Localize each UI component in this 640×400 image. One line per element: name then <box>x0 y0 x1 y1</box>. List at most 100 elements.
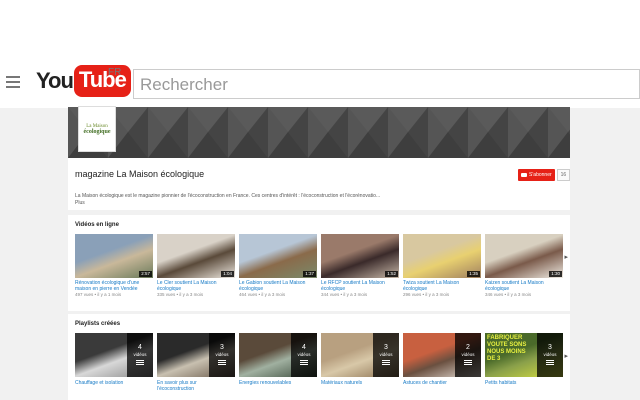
playlist-count: 4 <box>302 344 306 351</box>
video-card[interactable]: 1:37 Le Gabion soutient La Maison écologi… <box>239 234 317 298</box>
playlist-count: 2 <box>466 344 470 351</box>
video-card[interactable]: 2:57 Rénovation écologique d'une maison e… <box>75 234 153 298</box>
playlist-count-overlay: 2 vidéos <box>455 333 481 377</box>
playlist-card[interactable]: FABRIQUER VOUTE SONS NOUS MOINS DE 3 3 vid… <box>485 333 563 392</box>
playlist-title[interactable]: Energies renouvelables <box>239 380 317 392</box>
youtube-icon <box>521 173 527 177</box>
playlist-count-label: vidéos <box>379 352 393 357</box>
channel-banner <box>68 107 570 158</box>
logo-you-text: You <box>36 68 74 93</box>
playlist-row: 4 vidéos Chauffage et isolation 3 vidéos En s… <box>75 333 567 392</box>
video-duration: 2:57 <box>139 271 152 277</box>
playlist-thumbnail[interactable]: 4 vidéos <box>239 333 317 377</box>
video-meta: 296 vues • il y a 3 mois <box>403 292 450 297</box>
video-meta: 335 vues • il y a 3 mois <box>157 292 204 297</box>
playlist-count-label: vidéos <box>461 352 475 357</box>
video-duration: 1:37 <box>303 271 316 277</box>
banner-pattern <box>68 107 570 158</box>
playlist-card[interactable]: 4 vidéos Energies renouvelables <box>239 333 317 392</box>
more-link[interactable]: Plus <box>75 200 475 207</box>
video-duration: 1:04 <box>221 271 234 277</box>
video-title[interactable]: Twiza soutient La Maison écologique <box>403 280 481 292</box>
video-card[interactable]: 1:52 Le RFCP soutient La Maison écologiqu… <box>321 234 399 298</box>
playlist-count-overlay: 3 vidéos <box>537 333 563 377</box>
playlist-icon <box>382 360 390 366</box>
playlists-next-icon[interactable]: ▸ <box>564 352 568 360</box>
playlists-section-title[interactable]: Playlists créées <box>75 321 120 327</box>
playlist-card[interactable]: 2 vidéos Astuces de chantier <box>403 333 481 392</box>
video-meta: 346 vues • il y a 3 mois <box>485 292 532 297</box>
playlists-section: Playlists créées 4 vidéos Chauffage et iso… <box>68 314 570 400</box>
video-duration: 1:35 <box>467 271 480 277</box>
playlist-icon <box>464 360 472 366</box>
video-card[interactable]: 1:04 Le Cler soutient La Maison écologiqu… <box>157 234 235 298</box>
channel-header: magazine La Maison écologique S'abonner … <box>68 158 571 210</box>
video-title[interactable]: Rénovation écologique d'une maison en pi… <box>75 280 153 292</box>
playlist-title[interactable]: En savoir plus sur l'écoconstruction <box>157 380 235 392</box>
video-thumbnail[interactable]: 1:35 <box>403 234 481 278</box>
logo-tube-text: Tube <box>73 65 131 97</box>
playlist-thumbnail[interactable]: 2 vidéos <box>403 333 481 377</box>
playlist-title[interactable]: Astuces de chantier <box>403 380 481 392</box>
playlist-count: 4 <box>138 344 142 351</box>
playlist-icon <box>300 360 308 366</box>
playlist-title[interactable]: Petits habitats <box>485 380 563 392</box>
video-meta: 497 vues • il y a 1 mois <box>75 292 122 297</box>
menu-icon[interactable] <box>6 76 20 88</box>
playlist-count-overlay: 4 vidéos <box>291 333 317 377</box>
playlist-title[interactable]: Matériaux naturels <box>321 380 399 392</box>
videos-next-icon[interactable]: ▸ <box>564 253 568 261</box>
playlist-count-label: vidéos <box>543 352 557 357</box>
video-duration: 1:52 <box>385 271 398 277</box>
playlist-thumbnail-text: FABRIQUER VOUTE SONS NOUS MOINS DE 3 <box>487 335 527 362</box>
playlist-count: 3 <box>548 344 552 351</box>
playlist-count-overlay: 3 vidéos <box>209 333 235 377</box>
video-thumbnail[interactable]: 1:37 <box>239 234 317 278</box>
playlist-count-label: vidéos <box>133 352 147 357</box>
search-input[interactable]: Rechercher <box>133 69 640 99</box>
video-title[interactable]: Le Gabion soutient La Maison écologique <box>239 280 317 292</box>
channel-title: magazine La Maison écologique <box>75 169 205 179</box>
playlist-count-label: vidéos <box>297 352 311 357</box>
playlist-count: 3 <box>384 344 388 351</box>
description-text: La Maison écologique est le magazine pio… <box>75 193 381 199</box>
video-title[interactable]: Kaizen soutient La Maison écologique <box>485 280 563 292</box>
videos-section-title[interactable]: Vidéos en ligne <box>75 222 119 228</box>
video-thumbnail[interactable]: 1:30 <box>485 234 563 278</box>
playlist-count-overlay: 4 vidéos <box>127 333 153 377</box>
playlist-card[interactable]: 3 vidéos Matériaux naturels <box>321 333 399 392</box>
subscriber-count: 16 <box>556 169 571 181</box>
video-thumbnail[interactable]: 1:04 <box>157 234 235 278</box>
video-row: 2:57 Rénovation écologique d'une maison e… <box>75 234 567 298</box>
video-duration: 1:30 <box>549 271 562 277</box>
video-title[interactable]: Le RFCP soutient La Maison écologique <box>321 280 399 292</box>
channel-description: La Maison écologique est le magazine pio… <box>75 193 475 207</box>
channel-avatar[interactable]: La Maison écologique <box>78 106 116 152</box>
playlist-count: 3 <box>220 344 224 351</box>
video-meta: 464 vues • il y a 3 mois <box>239 292 286 297</box>
playlist-card[interactable]: 4 vidéos Chauffage et isolation <box>75 333 153 392</box>
videos-section: Vidéos en ligne 2:57 Rénovation écologiqu… <box>68 215 570 311</box>
video-card[interactable]: 1:35 Twiza soutient La Maison écologique 2… <box>403 234 481 298</box>
playlist-thumbnail[interactable]: 3 vidéos <box>157 333 235 377</box>
video-card[interactable]: 1:30 Kaizen soutient La Maison écologique… <box>485 234 563 298</box>
playlist-icon <box>218 360 226 366</box>
playlist-title[interactable]: Chauffage et isolation <box>75 380 153 392</box>
playlist-thumbnail[interactable]: 4 vidéos <box>75 333 153 377</box>
subscribe-label-box[interactable]: S'abonner <box>518 169 555 181</box>
video-thumbnail[interactable]: 1:52 <box>321 234 399 278</box>
subscribe-button[interactable]: S'abonner 16 <box>518 169 571 181</box>
avatar-line2: écologique <box>83 128 111 135</box>
subscribe-label: S'abonner <box>529 172 552 178</box>
video-meta: 344 vues • il y a 3 mois <box>321 292 368 297</box>
video-title[interactable]: Le Cler soutient La Maison écologique <box>157 280 235 292</box>
playlist-thumbnail[interactable]: FABRIQUER VOUTE SONS NOUS MOINS DE 3 3 vid… <box>485 333 563 377</box>
playlist-count-label: vidéos <box>215 352 229 357</box>
playlist-card[interactable]: 3 vidéos En savoir plus sur l'écoconstruct… <box>157 333 235 392</box>
region-code: FR <box>108 67 122 78</box>
playlist-icon <box>546 360 554 366</box>
playlist-count-overlay: 3 vidéos <box>373 333 399 377</box>
playlist-thumbnail[interactable]: 3 vidéos <box>321 333 399 377</box>
playlist-icon <box>136 360 144 366</box>
video-thumbnail[interactable]: 2:57 <box>75 234 153 278</box>
